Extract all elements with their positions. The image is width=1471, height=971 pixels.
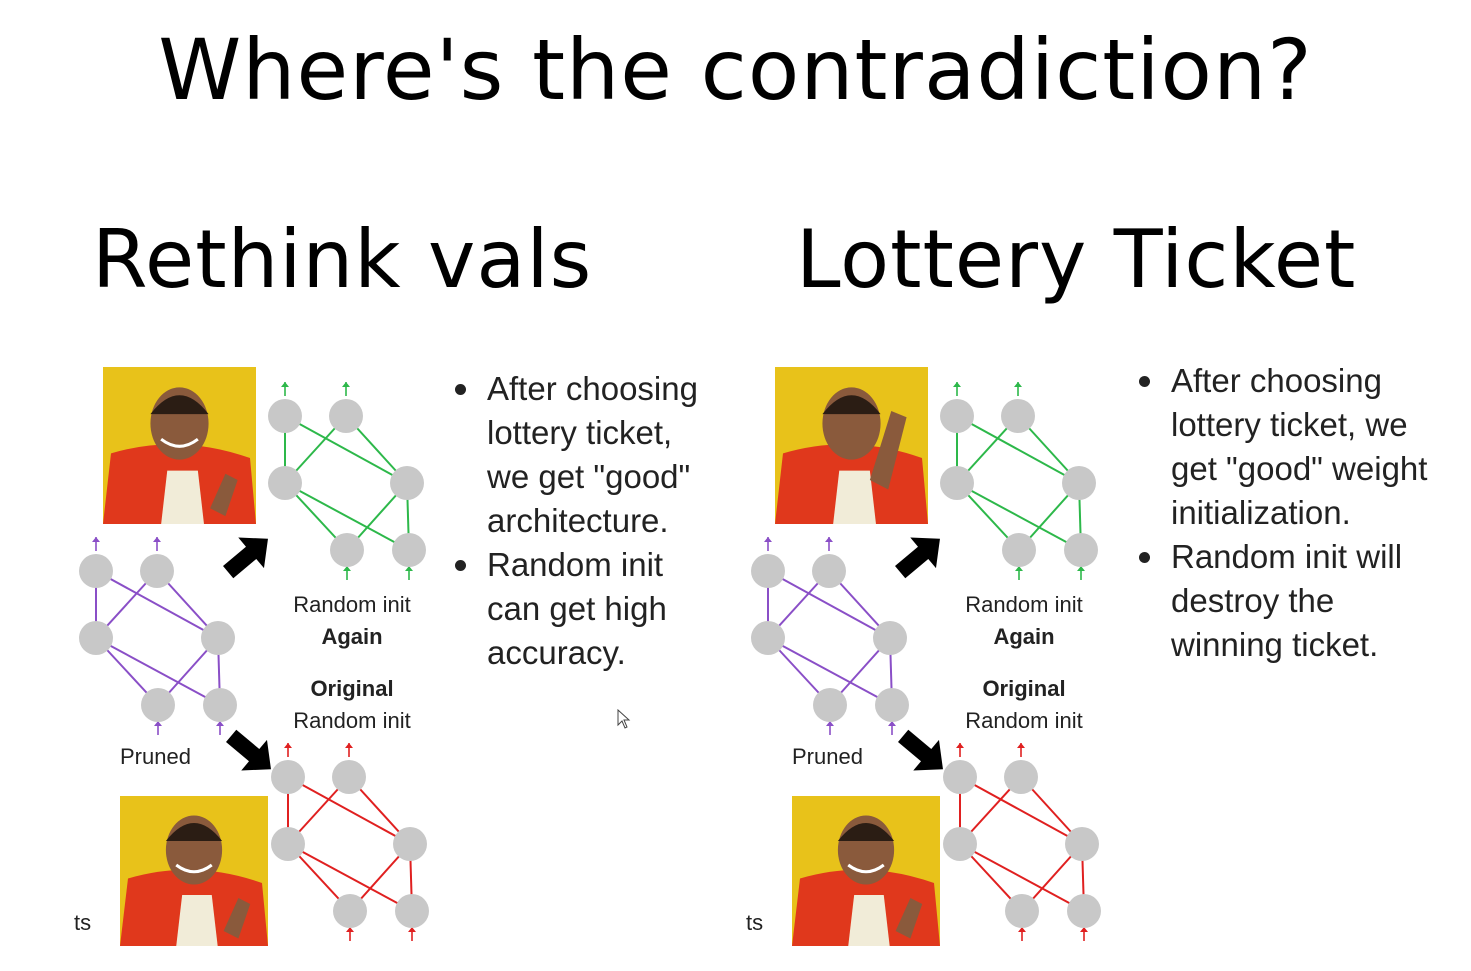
diagram-graphic: [751, 367, 1101, 946]
network-node: [390, 466, 424, 500]
network-node: [201, 621, 235, 655]
network-node: [875, 688, 909, 722]
meme-approve-image: [103, 367, 256, 524]
label-original: Original: [982, 676, 1066, 701]
network-node: [141, 688, 175, 722]
network-node: [1004, 760, 1038, 794]
arrow-head: [764, 537, 772, 542]
network-node: [1002, 533, 1036, 567]
arrow-head: [1014, 382, 1022, 387]
network-node: [873, 621, 907, 655]
network-node: [751, 554, 785, 588]
network-node: [1062, 466, 1096, 500]
label-again: Again: [993, 624, 1055, 649]
network-node: [332, 760, 366, 794]
meme-approve-image: [792, 796, 940, 946]
diagram-graphic: [79, 367, 429, 946]
meme-shirt: [176, 895, 218, 946]
meme-shirt: [833, 470, 876, 524]
network-node: [271, 760, 305, 794]
arrow-shape: [223, 537, 268, 579]
network-node: [940, 466, 974, 500]
arrow-head: [825, 537, 833, 542]
label-pruned: Pruned: [792, 744, 863, 769]
mouse-cursor-icon: [617, 709, 631, 729]
network-node: [943, 827, 977, 861]
network-node: [333, 894, 367, 928]
arrow-head: [153, 537, 161, 542]
network-node: [940, 399, 974, 433]
black-arrow-icon: [895, 537, 940, 579]
arrow-head: [956, 743, 964, 748]
network-node: [395, 894, 429, 928]
label-random-init-again: Random init: [965, 592, 1083, 617]
meme-reject-image: [775, 367, 928, 524]
network-node: [140, 554, 174, 588]
bullet-item: Random init will destroy the winning tic…: [1137, 535, 1437, 667]
network-node: [812, 554, 846, 588]
lottery-bullets: After choosing lottery ticket, we get "g…: [1137, 359, 1437, 667]
arrow-head: [281, 382, 289, 387]
meme-approve-image: [120, 796, 268, 946]
label-cut-text: ts: [74, 910, 92, 935]
network-node: [1064, 533, 1098, 567]
arrow-head: [345, 743, 353, 748]
network-node: [943, 760, 977, 794]
label-random-init-original: Random init: [293, 708, 411, 733]
rethink-bullets: After choosing lottery ticket, we get "g…: [453, 367, 723, 675]
label-cut-text: ts: [746, 910, 764, 935]
label-again: Again: [321, 624, 383, 649]
network-node: [1001, 399, 1035, 433]
label-random-init-original: Random init: [965, 708, 1083, 733]
arrow-head: [342, 382, 350, 387]
label-random-init-again: Random init: [293, 592, 411, 617]
lottery-diagram: Random init Again Original Random init P…: [742, 360, 1112, 960]
rethink-diagram: Random init Again Original Random init P…: [70, 360, 440, 960]
label-original: Original: [310, 676, 394, 701]
arrow-head: [953, 382, 961, 387]
network-node: [203, 688, 237, 722]
arrow-head: [92, 537, 100, 542]
arrow-head: [284, 743, 292, 748]
heading-rethink-vals: Rethink vals: [92, 213, 593, 306]
slide-title: Where's the contradiction?: [158, 21, 1313, 119]
network-node: [330, 533, 364, 567]
bullet-item: After choosing lottery ticket, we get "g…: [453, 367, 723, 543]
network-node: [271, 827, 305, 861]
network-node: [1005, 894, 1039, 928]
network-node: [79, 621, 113, 655]
network-node: [79, 554, 113, 588]
meme-shirt: [848, 895, 890, 946]
network-node: [1065, 827, 1099, 861]
network-node: [268, 466, 302, 500]
black-arrow-icon: [223, 537, 268, 579]
network-node: [329, 399, 363, 433]
network-node: [268, 399, 302, 433]
heading-lottery-ticket: Lottery Ticket: [796, 213, 1357, 306]
network-node: [392, 533, 426, 567]
bullet-item: Random init can get high accuracy.: [453, 543, 723, 675]
arrow-shape: [895, 537, 940, 579]
meme-shirt: [161, 470, 204, 524]
label-pruned: Pruned: [120, 744, 191, 769]
arrow-head: [1017, 743, 1025, 748]
network-node: [813, 688, 847, 722]
network-node: [1067, 894, 1101, 928]
network-node: [393, 827, 427, 861]
bullet-item: After choosing lottery ticket, we get "g…: [1137, 359, 1437, 535]
network-node: [751, 621, 785, 655]
